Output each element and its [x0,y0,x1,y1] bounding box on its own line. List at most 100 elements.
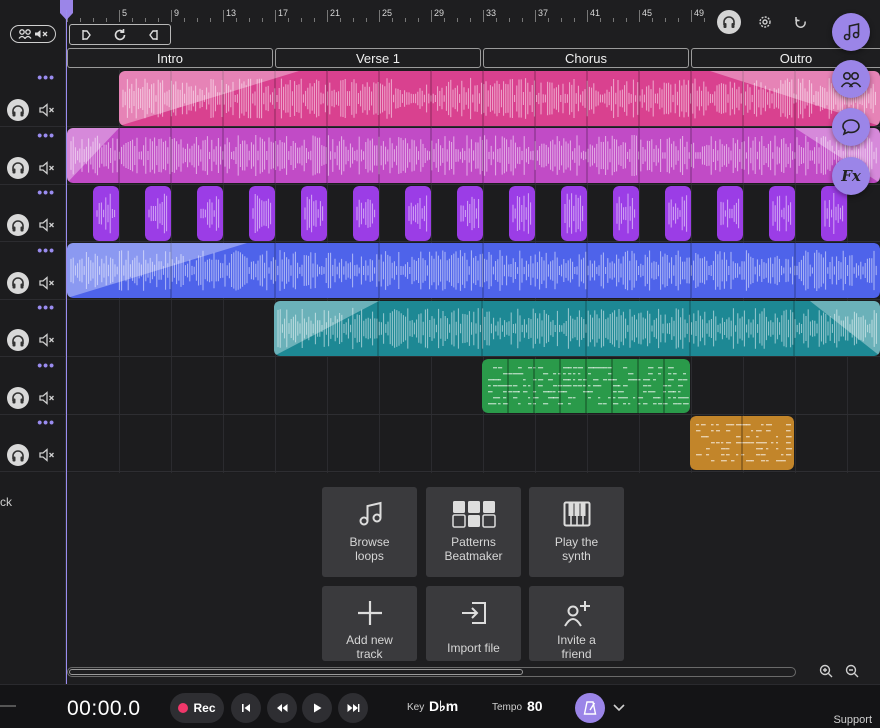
track-solo-button[interactable] [7,329,29,351]
tempo-value[interactable]: 80 [527,698,543,714]
audio-clip[interactable] [509,186,535,241]
track-solo-button[interactable] [7,214,29,236]
metronome-options-button[interactable] [612,700,626,714]
chat-icon [842,119,860,136]
ruler-tick [106,18,107,22]
audio-clip[interactable] [93,186,119,241]
zoom-out-button[interactable] [845,664,859,678]
rewind-button[interactable] [267,693,297,723]
loop-start-icon[interactable] [80,29,92,41]
audio-clip[interactable] [119,71,880,126]
effects-button[interactable]: Fx [832,157,870,195]
collaborators-button[interactable] [832,60,870,98]
track-header: ••• [0,243,66,300]
mute-icon[interactable] [39,103,55,117]
key-value[interactable]: D♭m [429,698,458,715]
loop-end-icon[interactable] [148,29,160,41]
midi-clip[interactable] [482,359,690,413]
audio-clip[interactable] [67,243,880,298]
audio-clip[interactable] [274,301,880,356]
mute-icon[interactable] [39,333,55,347]
track-options-icon[interactable]: ••• [37,70,55,84]
timeline-ruler[interactable]: 5 9 13 17 21 25 29 33 37 41 45 49 [67,0,707,22]
browse-loops-tile[interactable]: Browse loops [322,487,417,577]
headphone-button[interactable] [717,10,741,34]
invite-a-friend-tile[interactable]: Invite a friend [529,586,624,661]
audio-clip[interactable] [353,186,379,241]
track-solo-button[interactable] [7,99,29,121]
play-the-synth-tile[interactable]: Play the synth [529,487,624,577]
add-track-label[interactable]: ck [0,495,12,509]
section-intro[interactable]: Intro [67,48,273,68]
audio-clip[interactable] [821,186,847,241]
tile-label: Play the synth [555,535,598,563]
audio-clip[interactable] [301,186,327,241]
chat-button[interactable] [832,108,870,146]
gear-icon [759,16,771,28]
audio-clip[interactable] [67,128,880,183]
track-options-icon[interactable]: ••• [37,185,55,199]
undo-button[interactable] [789,10,813,34]
solo-mute-all-button[interactable] [10,25,56,43]
ruler-tick [483,10,484,22]
headphones-icon [12,277,24,289]
loop-toggle-icon[interactable] [113,28,127,42]
audio-clip[interactable] [249,186,275,241]
ruler-tick [171,10,172,22]
section-chorus[interactable]: Chorus [483,48,689,68]
track-options-icon[interactable]: ••• [37,358,55,372]
track-lane[interactable] [67,358,880,415]
audio-clip[interactable] [197,186,223,241]
patterns-beatmaker-tile[interactable]: Patterns Beatmaker [426,487,521,577]
record-button[interactable]: Rec [170,693,224,723]
loops-panel-button[interactable] [832,13,870,51]
mute-icon[interactable] [39,275,55,290]
mute-icon[interactable] [39,390,55,405]
midi-clip[interactable] [690,416,794,470]
headphones-icon [723,16,735,28]
audio-clip[interactable] [665,186,691,241]
zoom-in-button[interactable] [819,664,833,678]
settings-button[interactable] [753,10,777,34]
horizontal-scrollbar[interactable] [67,667,796,677]
ruler-tick [80,18,81,22]
track-solo-button[interactable] [7,156,29,179]
audio-clip[interactable] [457,186,483,241]
ruler-tick [639,10,640,22]
audio-clip[interactable] [405,186,431,241]
track-options-icon[interactable]: ••• [37,243,55,257]
mute-icon[interactable] [39,218,55,232]
track-solo-button[interactable] [7,386,29,409]
zoom-in-icon [819,664,833,678]
scrollbar-thumb[interactable] [69,669,523,675]
section-verse-1[interactable]: Verse 1 [275,48,481,68]
fast-forward-button[interactable] [338,693,368,723]
track-solo-button[interactable] [7,444,29,466]
play-button[interactable] [302,693,332,723]
mute-all-icon [35,30,48,38]
mute-icon[interactable] [39,160,55,175]
ruler-tick [470,18,471,22]
import-file-tile[interactable]: Import file [426,586,521,661]
audio-clip[interactable] [561,186,587,241]
metronome-button[interactable] [575,693,605,723]
track-options-icon[interactable]: ••• [37,415,55,429]
track-options-icon[interactable]: ••• [37,300,55,314]
add-new-track-tile[interactable]: Add new track [322,586,417,661]
tile-label-line: Add new [346,633,393,647]
ruler-tick [431,10,432,22]
ruler-tick [275,10,276,22]
arrangement-area[interactable] [67,70,880,473]
fx-icon: Fx [841,167,861,185]
skip-to-start-button[interactable] [231,693,261,723]
ruler-label: 41 [590,8,601,18]
audio-clip[interactable] [717,186,743,241]
audio-clip[interactable] [613,186,639,241]
track-options-icon[interactable]: ••• [37,128,55,142]
mute-icon[interactable] [39,448,55,462]
support-link[interactable]: Support [833,714,872,726]
track-solo-button[interactable] [7,271,29,294]
transport-bar: 00:00.0 Rec Key D♭m Tempo 80 Support [0,684,880,728]
audio-clip[interactable] [769,186,795,241]
audio-clip[interactable] [145,186,171,241]
